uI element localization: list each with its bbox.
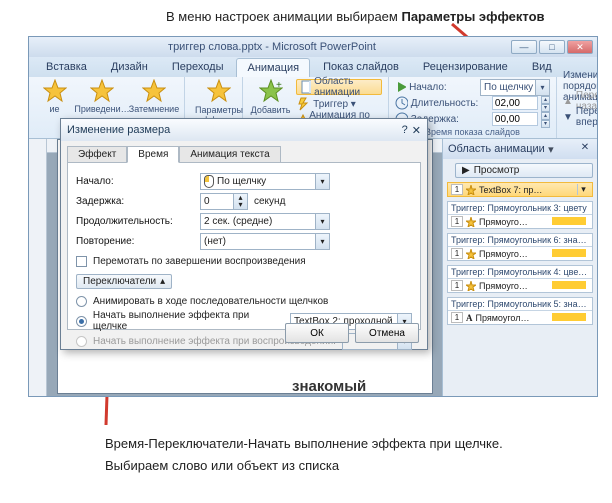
window-close-button[interactable]: ✕ xyxy=(567,40,593,54)
dlg-start-select[interactable]: По щелчку▾ xyxy=(200,173,330,190)
animation-pane: Область анимации ▾ ✕ ▶Просмотр 1TextBox … xyxy=(442,139,597,396)
radio-animate-sequence-label: Анимировать в ходе последовательности ще… xyxy=(93,296,328,307)
anim-group-4: Триггер: Прямоугольник 5: знакоы 1AПрямо… xyxy=(447,297,593,325)
radio-start-on-click[interactable] xyxy=(76,316,87,327)
star-yellow-icon xyxy=(466,281,476,291)
start-select[interactable]: По щелчку▾ xyxy=(480,79,550,96)
pane-dropdown-icon[interactable]: ▾ xyxy=(545,143,557,156)
mouse-icon xyxy=(204,175,214,188)
anim-group-2: Триггер: Прямоугольник 6: знаком 1Прямоу… xyxy=(447,233,593,261)
duration-spinner[interactable]: ▴▾ xyxy=(541,96,550,110)
duration-bar xyxy=(552,313,586,321)
rewind-checkbox[interactable] xyxy=(76,256,87,267)
gallery-item-2[interactable]: Приведени… xyxy=(78,79,126,114)
duration-label: Длительность: xyxy=(411,98,489,109)
radio-animate-sequence[interactable] xyxy=(76,296,87,307)
dialog-help-button[interactable]: ? xyxy=(402,124,408,137)
svg-text:+: + xyxy=(276,80,282,91)
annotation-bottom: Время-Переключатели-Начать выполнение эф… xyxy=(105,433,503,477)
dlg-repeat-select[interactable]: (нет)▾ xyxy=(200,233,330,250)
pane-icon xyxy=(301,80,311,94)
slide-word: знакомый xyxy=(292,378,366,395)
anim-group-3: Триггер: Прямоугольник 4: цветный 1Прямо… xyxy=(447,265,593,293)
star-green-plus-icon: + xyxy=(259,79,283,103)
titlebar: триггер слова.pptx - Microsoft PowerPoin… xyxy=(29,37,597,57)
gallery-item-1[interactable]: ие xyxy=(35,79,74,114)
anim-item-1[interactable]: 1Прямоугольн… xyxy=(448,215,592,228)
dialog-tabs: Эффект Время Анимация текста xyxy=(61,141,427,162)
pane-title: Область анимации ▾ ✕ xyxy=(443,139,597,159)
ok-button[interactable]: ОК xyxy=(285,323,349,343)
anim-item-3[interactable]: 1Прямоугольн… xyxy=(448,279,592,292)
tab-design[interactable]: Дизайн xyxy=(100,57,159,77)
pane-close-button[interactable]: ✕ xyxy=(578,142,592,156)
annotation-top-bold: Параметры эффектов xyxy=(401,9,544,24)
duration-field[interactable] xyxy=(492,96,538,110)
play-button[interactable]: ▶Просмотр xyxy=(455,163,593,178)
radio-start-on-click-label: Начать выполнение эффекта при щелчке xyxy=(93,310,284,332)
tab-transitions[interactable]: Переходы xyxy=(161,57,235,77)
start-label: Начало: xyxy=(409,82,477,93)
star-yellow-icon xyxy=(466,185,476,195)
dialog-close-button[interactable]: ✕ xyxy=(412,124,421,137)
dlg-repeat-label: Повторение: xyxy=(76,236,194,247)
tab-insert[interactable]: Вставка xyxy=(35,57,98,77)
move-forward-button[interactable]: ▼ Переместить вперед xyxy=(563,109,598,125)
dlg-delay-unit: секунд xyxy=(254,196,285,207)
tab-animation[interactable]: Анимация xyxy=(236,58,310,77)
triggers-toggle[interactable]: Переключатели▴ xyxy=(76,274,172,289)
dialog-title: Изменение размера xyxy=(67,124,170,136)
text-a-icon: A xyxy=(466,313,473,323)
star-yellow-icon xyxy=(466,249,476,259)
duration-bar xyxy=(552,281,586,289)
dlg-delay-label: Задержка: xyxy=(76,196,194,207)
dialog-tab-text[interactable]: Анимация текста xyxy=(179,146,280,163)
dialog-body: Начало: По щелчку▾ Задержка: 0▴▾ секунд … xyxy=(67,162,421,330)
duration-bar xyxy=(552,217,586,225)
animation-pane-button[interactable]: Область анимации xyxy=(296,79,382,95)
dlg-duration-label: Продолжительность: xyxy=(76,216,194,227)
anim-item-2[interactable]: 1Прямоугольн… xyxy=(448,247,592,260)
tab-review[interactable]: Рецензирование xyxy=(412,57,519,77)
annotation-bottom-l2: Выбираем слово или объект из списка xyxy=(105,455,503,477)
dialog-tab-timing[interactable]: Время xyxy=(127,146,179,163)
cancel-button[interactable]: Отмена xyxy=(355,323,419,343)
delay-spinner[interactable]: ▴▾ xyxy=(541,112,550,126)
dialog-tab-effect[interactable]: Эффект xyxy=(67,146,127,163)
window-title: триггер слова.pptx - Microsoft PowerPoin… xyxy=(33,41,511,53)
dlg-delay-field[interactable]: 0▴▾ xyxy=(200,193,248,210)
duration-bar xyxy=(552,249,586,257)
dlg-start-label: Начало: xyxy=(76,176,194,187)
annotation-top: В меню настроек анимации выбираем Параме… xyxy=(166,9,545,24)
star-yellow-icon xyxy=(142,79,166,103)
clock-icon xyxy=(395,96,408,110)
rewind-label: Перемотать по завершении воспроизведения xyxy=(93,256,306,267)
delay-field[interactable] xyxy=(492,112,538,126)
change-size-dialog: Изменение размера ? ✕ Эффект Время Анима… xyxy=(60,118,428,350)
play-icon xyxy=(395,80,406,94)
anim-item-0[interactable]: 1TextBox 7: пр…▾ xyxy=(447,182,593,197)
lightning-icon xyxy=(296,97,310,111)
tab-view[interactable]: Вид xyxy=(521,57,563,77)
gallery-item-3[interactable]: Затемнение xyxy=(130,79,178,114)
star-yellow-icon xyxy=(466,217,476,227)
ribbon-tabs: Вставка Дизайн Переходы Анимация Показ с… xyxy=(29,57,597,77)
window-min-button[interactable]: — xyxy=(511,40,537,54)
radio-start-on-play xyxy=(76,336,87,347)
ruler-vertical xyxy=(29,139,47,396)
chevron-down-icon[interactable]: ▾ xyxy=(577,184,589,195)
annotation-top-text: В меню настроек анимации выбираем xyxy=(166,9,401,24)
anim-group-1: Триггер: Прямоугольник 3: цвету 1Прямоуг… xyxy=(447,201,593,229)
effect-options-icon xyxy=(207,79,231,103)
dlg-duration-select[interactable]: 2 сек. (средне)▾ xyxy=(200,213,330,230)
window-max-button[interactable]: □ xyxy=(539,40,565,54)
dialog-titlebar: Изменение размера ? ✕ xyxy=(61,119,427,141)
star-yellow-icon xyxy=(43,79,67,103)
star-yellow-icon xyxy=(90,79,114,103)
annotation-bottom-l1: Время-Переключатели-Начать выполнение эф… xyxy=(105,433,503,455)
anim-item-4[interactable]: 1AПрямоугольн… xyxy=(448,311,592,324)
tab-slideshow[interactable]: Показ слайдов xyxy=(312,57,410,77)
